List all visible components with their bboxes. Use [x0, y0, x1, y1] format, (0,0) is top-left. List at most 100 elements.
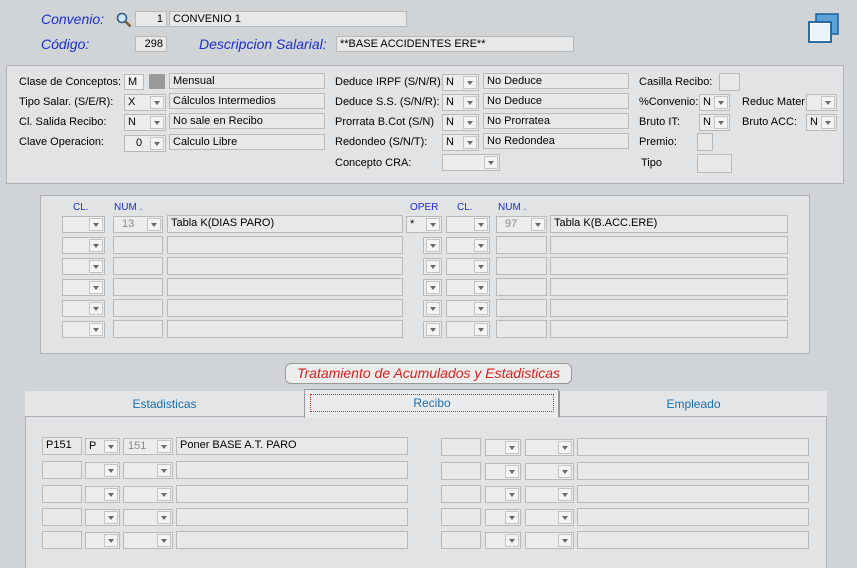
- recibo-num-select[interactable]: [123, 462, 173, 479]
- formula-num1-field[interactable]: [113, 320, 163, 338]
- recibo-num-select[interactable]: [123, 486, 173, 503]
- chevron-down-icon[interactable]: [426, 239, 440, 252]
- chevron-down-icon[interactable]: [104, 464, 118, 477]
- recibo-right-tipo-select[interactable]: [485, 509, 521, 526]
- chevron-down-icon[interactable]: [558, 441, 572, 454]
- chevron-down-icon[interactable]: [150, 137, 164, 150]
- formula-cl1-select[interactable]: [62, 321, 105, 338]
- formula-oper-select[interactable]: [423, 258, 442, 275]
- prorrata-select[interactable]: N: [442, 114, 479, 131]
- chevron-down-icon[interactable]: [150, 116, 164, 129]
- recibo-code-field[interactable]: [42, 485, 82, 503]
- chevron-down-icon[interactable]: [89, 281, 103, 294]
- formula-num1-field[interactable]: [113, 278, 163, 296]
- tipo-salar-select[interactable]: X: [124, 94, 166, 111]
- formula-num1-select[interactable]: 13: [113, 216, 163, 233]
- recibo-right-code-field[interactable]: [441, 531, 481, 549]
- recibo-right-code-field[interactable]: [441, 462, 481, 480]
- recibo-right-tipo-select[interactable]: [485, 439, 521, 456]
- chevron-down-icon[interactable]: [474, 323, 488, 336]
- chevron-down-icon[interactable]: [558, 534, 572, 547]
- formula-oper-select[interactable]: [423, 279, 442, 296]
- recibo-right-code-field[interactable]: [441, 485, 481, 503]
- search-icon[interactable]: [115, 11, 133, 32]
- salida-recibo-select[interactable]: N: [124, 114, 166, 131]
- formula-cl1-select[interactable]: [62, 279, 105, 296]
- chevron-down-icon[interactable]: [474, 239, 488, 252]
- recibo-right-num-select[interactable]: [525, 439, 574, 456]
- recibo-right-num-select[interactable]: [525, 463, 574, 480]
- premio-field[interactable]: [697, 133, 713, 151]
- chevron-down-icon[interactable]: [157, 511, 171, 524]
- recibo-tipo-select[interactable]: P: [85, 438, 120, 455]
- chevron-down-icon[interactable]: [474, 281, 488, 294]
- window-icon[interactable]: [807, 13, 840, 47]
- clave-operacion-select[interactable]: 0: [124, 135, 166, 152]
- chevron-down-icon[interactable]: [104, 488, 118, 501]
- chevron-down-icon[interactable]: [147, 218, 161, 231]
- chevron-down-icon[interactable]: [89, 302, 103, 315]
- casilla-recibo-field[interactable]: [719, 73, 740, 91]
- pconvenio-select[interactable]: N: [699, 94, 730, 111]
- chevron-down-icon[interactable]: [505, 465, 519, 478]
- deduce-irpf-select[interactable]: N: [442, 74, 479, 91]
- chevron-down-icon[interactable]: [157, 488, 171, 501]
- formula-cl2-select[interactable]: [446, 237, 490, 254]
- chevron-down-icon[interactable]: [89, 218, 103, 231]
- recibo-right-code-field[interactable]: [441, 438, 481, 456]
- chevron-down-icon[interactable]: [505, 441, 519, 454]
- deduce-ss-select[interactable]: N: [442, 94, 479, 111]
- recibo-right-tipo-select[interactable]: [485, 486, 521, 503]
- recibo-tipo-select[interactable]: [85, 532, 120, 549]
- formula-oper-select[interactable]: [423, 237, 442, 254]
- recibo-right-num-select[interactable]: [525, 532, 574, 549]
- chevron-down-icon[interactable]: [484, 156, 498, 169]
- recibo-code-field[interactable]: [42, 508, 82, 526]
- formula-num1-field[interactable]: [113, 257, 163, 275]
- recibo-tipo-select[interactable]: [85, 486, 120, 503]
- recibo-right-num-select[interactable]: [525, 509, 574, 526]
- formula-cl2-select[interactable]: [446, 216, 490, 233]
- descripcion-field[interactable]: **BASE ACCIDENTES ERE**: [336, 36, 574, 52]
- clase-code-field[interactable]: M: [124, 74, 144, 90]
- tab-empleado[interactable]: Empleado: [559, 391, 827, 417]
- formula-cl2-select[interactable]: [446, 321, 490, 338]
- recibo-code-field[interactable]: P151: [42, 437, 82, 455]
- chevron-down-icon[interactable]: [89, 323, 103, 336]
- formula-cl1-select[interactable]: [62, 237, 105, 254]
- chevron-down-icon[interactable]: [104, 534, 118, 547]
- chevron-down-icon[interactable]: [474, 260, 488, 273]
- formula-cl1-select[interactable]: [62, 300, 105, 317]
- chevron-down-icon[interactable]: [89, 239, 103, 252]
- chevron-down-icon[interactable]: [463, 136, 477, 149]
- recibo-code-field[interactable]: [42, 531, 82, 549]
- bruto-it-select[interactable]: N: [699, 114, 730, 131]
- chevron-down-icon[interactable]: [104, 511, 118, 524]
- formula-num2-field[interactable]: [496, 257, 547, 275]
- formula-num2-field[interactable]: [496, 320, 547, 338]
- chevron-down-icon[interactable]: [714, 96, 728, 109]
- chevron-down-icon[interactable]: [821, 96, 835, 109]
- recibo-right-tipo-select[interactable]: [485, 532, 521, 549]
- chevron-down-icon[interactable]: [463, 116, 477, 129]
- chevron-down-icon[interactable]: [426, 218, 440, 231]
- chevron-down-icon[interactable]: [474, 218, 488, 231]
- chevron-down-icon[interactable]: [157, 440, 171, 453]
- recibo-num-select[interactable]: [123, 532, 173, 549]
- recibo-right-tipo-select[interactable]: [485, 463, 521, 480]
- chevron-down-icon[interactable]: [474, 302, 488, 315]
- formula-oper-select[interactable]: [423, 321, 442, 338]
- chevron-down-icon[interactable]: [714, 116, 728, 129]
- chevron-down-icon[interactable]: [157, 464, 171, 477]
- chevron-down-icon[interactable]: [426, 302, 440, 315]
- chevron-down-icon[interactable]: [558, 488, 572, 501]
- chevron-down-icon[interactable]: [821, 116, 835, 129]
- chevron-down-icon[interactable]: [89, 260, 103, 273]
- recibo-num-select[interactable]: 151: [123, 438, 173, 455]
- chevron-down-icon[interactable]: [426, 260, 440, 273]
- tab-estadisticas[interactable]: Estadisticas: [25, 391, 304, 417]
- chevron-down-icon[interactable]: [104, 440, 118, 453]
- formula-num1-field[interactable]: [113, 299, 163, 317]
- convenio-number-field[interactable]: 1: [135, 11, 167, 27]
- recibo-right-num-select[interactable]: [525, 486, 574, 503]
